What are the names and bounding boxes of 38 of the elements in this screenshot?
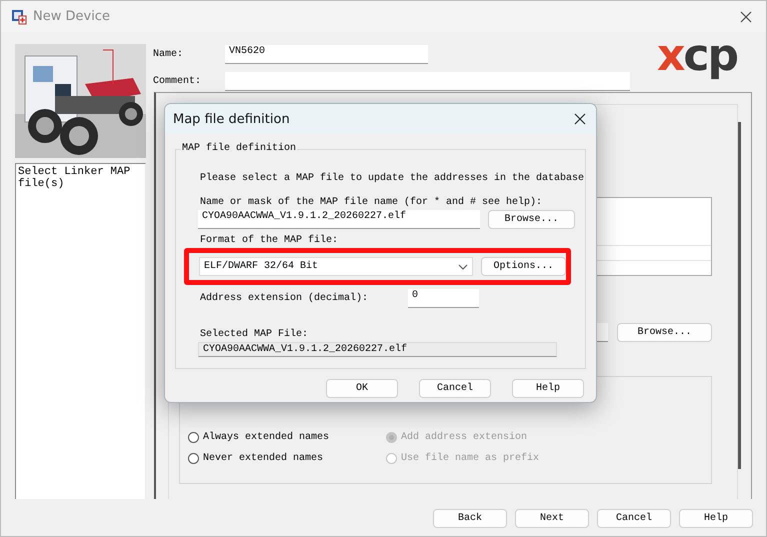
instruction-text: Please select a MAP file to update the addresses in the database — [200, 172, 585, 185]
logo: xcp — [656, 36, 738, 83]
close-icon[interactable] — [740, 10, 752, 22]
field-label: Comment: — [153, 74, 202, 88]
radio-button[interactable] — [188, 453, 199, 464]
dialog-button[interactable]: Cancel — [419, 379, 491, 398]
input-field[interactable]: CYOA90AACWWA_V1.9.1.2_20260227.elf — [198, 210, 480, 229]
wizard-button[interactable]: Next — [515, 509, 589, 528]
device-icon — [11, 8, 27, 24]
radio-button[interactable] — [188, 432, 199, 443]
field-label: Name or mask of the MAP file name (for * and # see help): — [200, 196, 544, 209]
radio-label: Use file name as prefix — [401, 452, 540, 465]
dialog-button[interactable]: OK — [326, 379, 398, 398]
radio-label: Add address extension — [401, 431, 528, 444]
radio-label: Always extended names — [203, 431, 330, 444]
input-field[interactable]: 0 — [408, 289, 479, 308]
field-label: Format of the MAP file: — [200, 234, 340, 247]
step-description: Select Linker MAP file(s) — [15, 163, 146, 499]
wizard-button[interactable]: Cancel — [597, 509, 671, 528]
radio-label: Never extended names — [203, 452, 324, 465]
close-icon[interactable] — [574, 113, 586, 125]
dialog-button[interactable]: Help — [512, 379, 584, 398]
wizard-button[interactable]: Back — [433, 509, 507, 528]
field-label: Selected MAP File: — [200, 328, 310, 341]
scrollbar[interactable] — [738, 122, 741, 469]
browse-button[interactable]: Browse... — [488, 210, 575, 229]
wizard-button[interactable]: Help — [679, 509, 753, 528]
input-field[interactable]: VN5620 — [225, 45, 428, 64]
format-dropdown[interactable]: ELF/DWARF 32/64 Bit — [199, 257, 474, 276]
field-label: Address extension (decimal): — [200, 292, 370, 305]
input-field[interactable] — [225, 72, 630, 91]
browse-button[interactable]: Browse... — [617, 323, 712, 342]
field-label: Name: — [153, 48, 184, 62]
window-title: New Device — [33, 9, 111, 24]
options-button[interactable]: Options... — [481, 257, 566, 276]
dialog-title: Map file definition — [173, 112, 291, 126]
readonly-field: CYOA90AACWWA_V1.9.1.2_20260227.elf — [198, 342, 557, 357]
chevron-down-icon — [458, 264, 468, 270]
